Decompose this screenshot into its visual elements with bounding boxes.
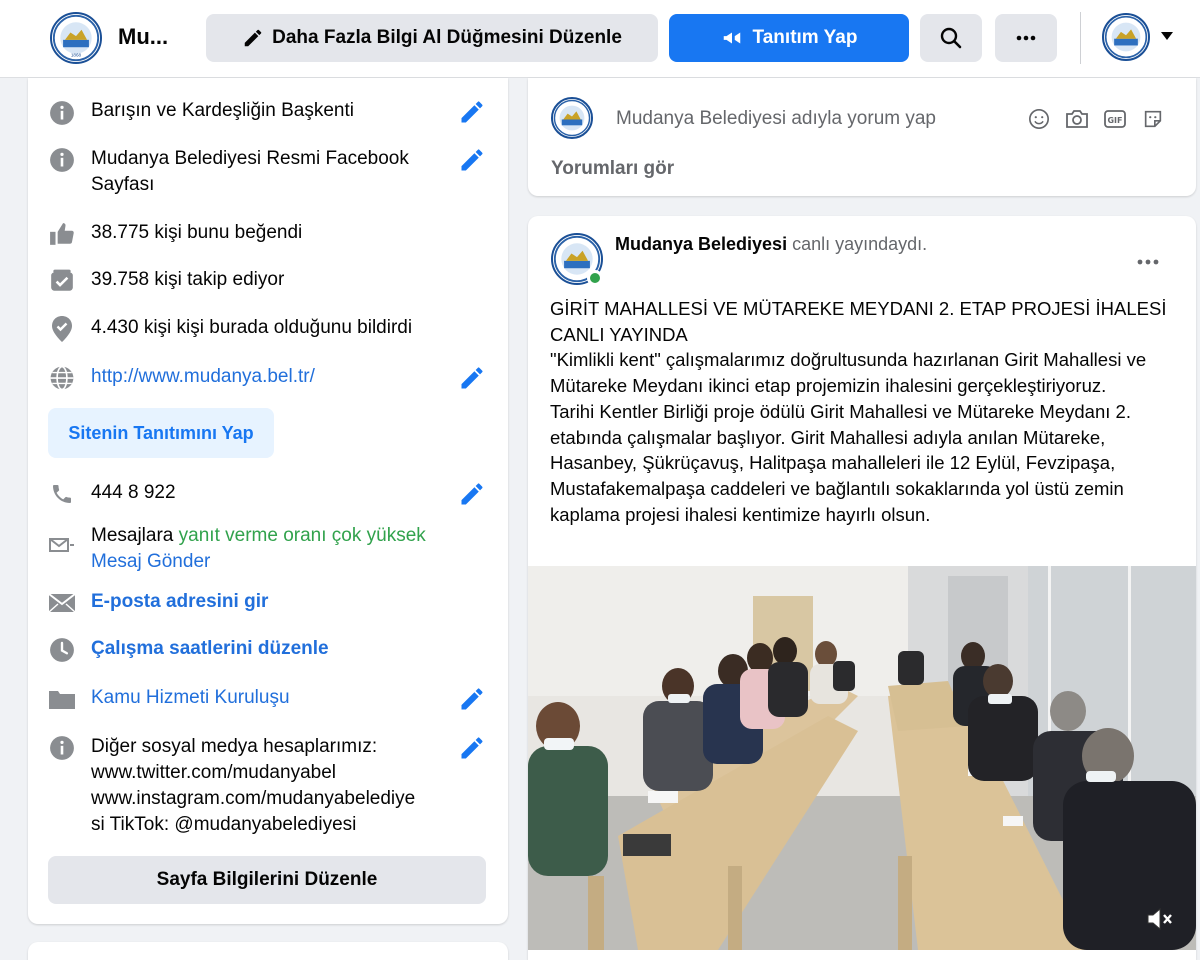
social-accounts-text: Diğer sosyal medya hesaplarımız: www.twi… (91, 734, 471, 838)
followers-count: 39.758 kişi takip ediyor (91, 269, 285, 290)
description-text: Mudanya Belediyesi Resmi Facebook Sayfas… (91, 148, 409, 195)
search-icon (940, 27, 962, 49)
pencil-icon[interactable] (458, 685, 486, 713)
volume-muted-icon[interactable] (1144, 904, 1174, 934)
info-icon (48, 146, 76, 174)
promote-label: Tanıtım Yap (752, 27, 858, 48)
pencil-icon[interactable] (458, 98, 486, 126)
social-line: www.twitter.com/mudanyabel (91, 762, 336, 783)
messages-text: Mesajlara yanıt verme oranı çok yüksek M… (91, 523, 481, 575)
pencil-icon[interactable] (458, 146, 486, 174)
megaphone-icon (723, 32, 740, 44)
envelope-icon (48, 589, 76, 617)
divider (1080, 12, 1081, 64)
pencil-icon (244, 29, 262, 47)
search-button[interactable] (920, 14, 982, 62)
comment-tools: GIF (1026, 106, 1166, 132)
promote-site-label: Sitenin Tanıtımını Yap (68, 422, 254, 443)
pencil-icon[interactable] (458, 480, 486, 508)
svg-text:1868: 1868 (71, 52, 82, 57)
sticker-icon[interactable] (1140, 106, 1166, 132)
info-icon (48, 734, 76, 762)
response-rate: yanıt verme oranı çok yüksek (178, 525, 426, 546)
comment-input[interactable]: Mudanya Belediyesi adıyla yorum yap (616, 108, 936, 130)
edit-page-info-label: Sayfa Bilgilerini Düzenle (156, 869, 378, 890)
website-link[interactable]: http://www.mudanya.bel.tr/ (91, 364, 451, 390)
phone-icon (48, 480, 76, 508)
more-options-button[interactable] (995, 14, 1057, 62)
message-icon (48, 531, 76, 559)
phone-number[interactable]: 444 8 922 (91, 480, 451, 506)
next-card-edge (28, 942, 508, 960)
emoji-icon[interactable] (1026, 106, 1052, 132)
follow-check-icon (48, 267, 76, 295)
promote-site-button[interactable]: Sitenin Tanıtımını Yap (48, 408, 274, 458)
pencil-icon[interactable] (458, 364, 486, 392)
post-status: canlı yayındaydı. (787, 234, 928, 254)
thumbs-up-icon (48, 220, 76, 248)
hours-prompt-link[interactable]: Çalışma saatlerini düzenle (91, 636, 451, 662)
top-bar: 1868 Mu... Daha Fazla Bilgi Al Düğmesini… (0, 0, 1200, 78)
location-check-icon (48, 315, 76, 343)
edit-cta-button[interactable]: Daha Fazla Bilgi Al Düğmesini Düzenle (206, 14, 658, 62)
category-link[interactable]: Kamu Hizmeti Kuruluşu (91, 685, 451, 711)
page-name[interactable]: Mu... (118, 24, 168, 50)
pencil-icon[interactable] (458, 734, 486, 762)
email-prompt-link[interactable]: E-posta adresini gir (91, 589, 451, 615)
post-body-text: GİRİT MAHALLESİ VE MÜTAREKE MEYDANI 2. E… (550, 298, 1167, 525)
send-message-link[interactable]: Mesaj Gönder (91, 551, 210, 572)
see-comments-link[interactable]: Yorumları gör (551, 158, 674, 180)
commenter-avatar (551, 97, 593, 139)
social-line: si TikTok: @mudanyabelediyesi (91, 814, 357, 835)
info-icon (48, 99, 76, 127)
edit-cta-label: Daha Fazla Bilgi Al Düğmesini Düzenle (272, 27, 622, 48)
likes-count: 38.775 kişi bunu beğendi (91, 222, 303, 243)
gif-icon[interactable]: GIF (1102, 106, 1128, 132)
account-avatar[interactable] (1102, 13, 1150, 61)
post-more-button[interactable] (1136, 246, 1160, 272)
globe-icon (48, 364, 76, 392)
more-horizontal-icon (1137, 259, 1159, 265)
social-line: www.instagram.com/mudanyabelediye (91, 788, 416, 809)
post-author-name[interactable]: Mudanya Belediyesi (615, 234, 787, 254)
page-logo-icon[interactable]: 1868 (50, 12, 102, 64)
post-video[interactable] (528, 566, 1196, 950)
checkins-count: 4.430 kişi kişi burada olduğunu bildirdi (91, 317, 413, 338)
meeting-room-image (528, 566, 1196, 950)
slogan-text: Barışın ve Kardeşliğin Başkenti (91, 100, 354, 121)
category-icon (48, 685, 76, 713)
messages-prefix: Mesajlara (91, 525, 179, 546)
promote-button[interactable]: Tanıtım Yap (669, 14, 909, 62)
edit-page-info-button[interactable]: Sayfa Bilgilerini Düzenle (48, 856, 486, 904)
social-line: Diğer sosyal medya hesaplarımız: (91, 736, 378, 757)
about-card: Barışın ve Kardeşliğin Başkenti Mudanya … (28, 78, 508, 924)
more-horizontal-icon (1016, 35, 1036, 41)
post-header: Mudanya Belediyesi canlı yayındaydı. (615, 234, 927, 255)
camera-icon[interactable] (1064, 106, 1090, 132)
chevron-down-icon[interactable] (1161, 32, 1173, 40)
clock-icon (48, 636, 76, 664)
online-status-dot (587, 270, 603, 286)
svg-text:GIF: GIF (1107, 116, 1122, 125)
